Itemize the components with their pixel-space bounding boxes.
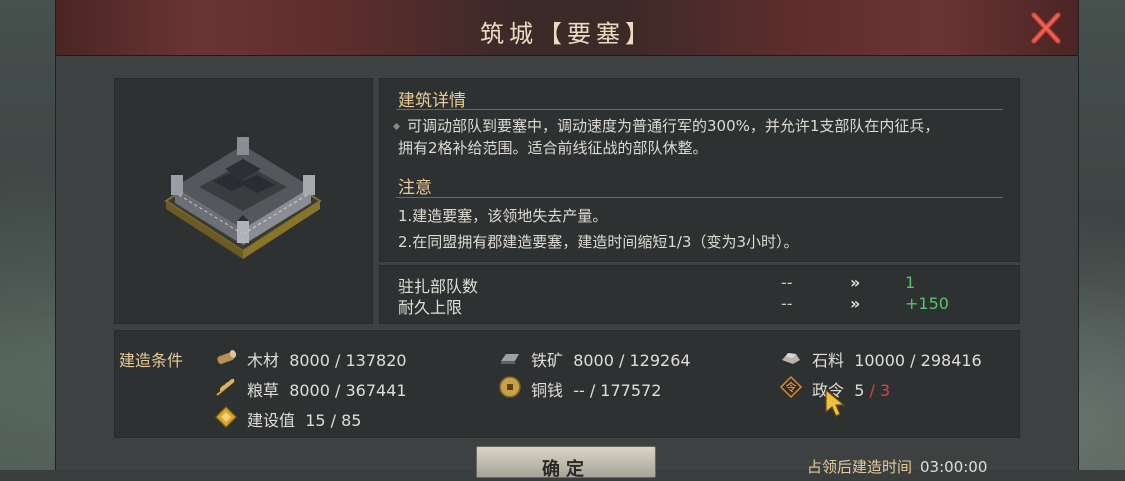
construction-value-icon: [215, 406, 237, 428]
resource-value: 10000 / 298416: [854, 351, 982, 370]
resource-value: 8000 / 367441: [289, 381, 407, 400]
details-heading: 建筑详情: [398, 91, 466, 111]
resource-value: 15 / 85: [305, 411, 362, 430]
build-time: 占领后建造时间 03:00:00: [807, 456, 987, 477]
build-time-label: 占领后建造时间: [807, 458, 913, 476]
stat-label: 耐久上限: [398, 298, 463, 317]
mouse-cursor-icon: [825, 388, 846, 417]
resource-value: -- / 177572: [573, 381, 662, 400]
confirm-button[interactable]: 确定: [476, 446, 656, 480]
divider: [396, 109, 1003, 110]
building-stats-panel: 驻扎部队数 -- » 1 耐久上限 -- » +150: [379, 265, 1020, 324]
double-arrow-icon: »: [850, 273, 861, 292]
resource-value-max: 3: [879, 381, 891, 400]
description-line-1: 可调动部队到要塞中，调动速度为普通行军的300%，并允许1支部队在内征兵，: [407, 117, 940, 135]
stat-row-durability: 耐久上限 -- » +150: [398, 294, 998, 317]
resource-name: 铜钱: [531, 381, 564, 400]
resource-name: 铁矿: [531, 351, 564, 370]
notice-item-2: 2.在同盟拥有郡建造要塞，建造时间缩短1/3（变为3小时）。: [398, 233, 799, 251]
stat-new-value: 1: [905, 273, 916, 292]
build-time-value: 03:00:00: [920, 458, 988, 476]
building-details-panel: 建筑详情 可调动部队到要塞中，调动速度为普通行军的300%，并允许1支部队在内征…: [379, 78, 1020, 262]
build-conditions-panel: 建造条件 木材 8000 / 137820 铁矿 8000 / 129264 石…: [114, 330, 1020, 438]
notice-heading: 注意: [398, 178, 432, 198]
details-description: 可调动部队到要塞中，调动速度为普通行军的300%，并允许1支部队在内征兵， 拥有…: [386, 115, 939, 159]
resource-name: 石料: [812, 351, 845, 370]
building-image-panel: [114, 78, 373, 324]
dialog-title: 筑城【要塞】: [480, 20, 654, 48]
grain-icon: [216, 378, 235, 396]
stat-old-value: --: [781, 273, 793, 292]
confirm-label: 确定: [542, 459, 590, 480]
stat-old-value: --: [781, 294, 793, 313]
resource-name: 建设值: [247, 411, 296, 430]
copper-coin-icon: [499, 376, 521, 398]
svg-text:令: 令: [786, 380, 797, 394]
stone-icon: [782, 353, 800, 364]
conditions-title: 建造条件: [119, 351, 184, 370]
iron-ingot-icon: [501, 354, 519, 364]
resource-value-current: 5: [854, 381, 865, 400]
divider: [396, 197, 1003, 198]
description-line-2: 拥有2格补给范围。适合前线征战的部队休整。: [398, 139, 708, 157]
close-icon[interactable]: [1028, 10, 1064, 46]
bullet-icon: [392, 122, 401, 131]
notice-item-1: 1.建造要塞，该领地失去产量。: [398, 207, 608, 225]
order-token-icon: 令: [779, 375, 803, 399]
stat-new-value: +150: [905, 294, 949, 313]
dialog-titlebar: 筑城【要塞】: [56, 0, 1078, 56]
resource-value: 8000 / 137820: [289, 351, 407, 370]
build-fortress-dialog: 筑城【要塞】 建筑详情 可调动部队到要塞中，调动速度为普通行军的300%，并允许…: [55, 0, 1079, 480]
resource-name: 木材: [247, 351, 280, 370]
stat-row-garrison: 驻扎部队数 -- » 1: [398, 273, 998, 296]
double-arrow-icon: »: [850, 294, 861, 313]
resource-value: 8000 / 129264: [573, 351, 691, 370]
fortress-illustration: [164, 131, 322, 259]
resource-name: 粮草: [247, 381, 280, 400]
wood-log-icon: [217, 350, 237, 364]
resource-value-separator: /: [864, 381, 880, 400]
